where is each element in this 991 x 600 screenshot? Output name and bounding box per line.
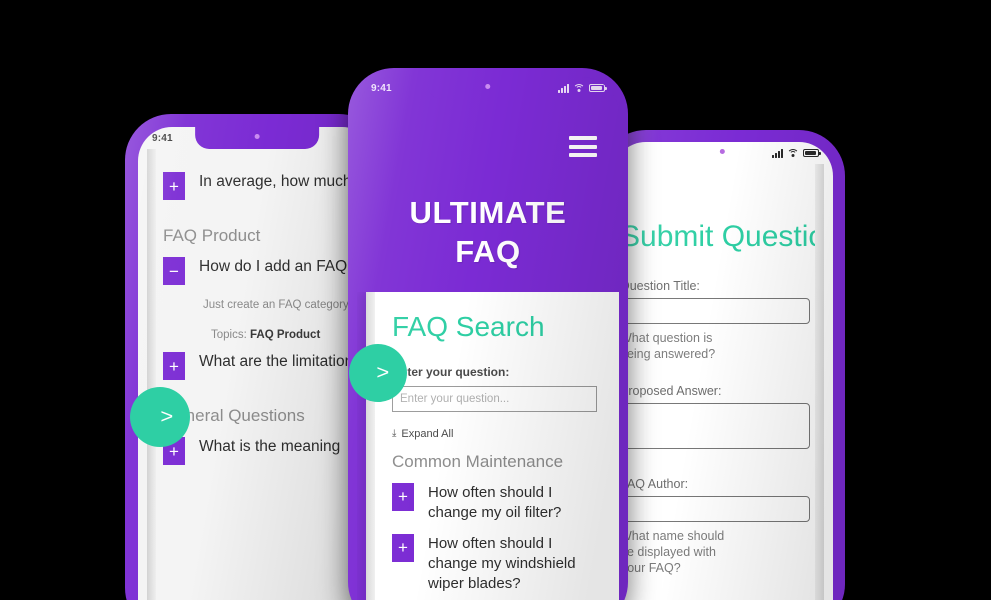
faq-list-view: + In average, how much does it cost to c… [147,149,376,600]
wifi-icon [787,148,799,158]
field-label: Proposed Answer: [620,384,722,399]
status-indicators [558,83,607,93]
field-help-text: What name should be displayed with Your … [620,529,725,576]
field-label: FAQ Author: [620,477,689,492]
plus-icon[interactable]: + [392,482,414,511]
plus-icon[interactable]: + [392,533,414,562]
phone-right-statusbar [612,142,833,164]
faq-category-faq-product: FAQ Product [163,226,261,245]
faq-category-common-maintenance: Common Maintenance [392,451,564,471]
faq-topics-value[interactable]: FAQ Product [250,329,320,341]
question-title-input[interactable] [620,298,810,325]
signal-bars-icon [772,148,783,158]
next-slide-button-center[interactable]: > [349,344,407,402]
status-time: 9:41 [371,82,392,94]
phone-left-statusbar: 9:41 [138,127,376,149]
phone-left-screen: + In average, how much does it cost to c… [138,127,376,600]
battery-icon [589,84,607,92]
battery-icon [803,149,821,157]
status-indicators [772,148,821,158]
plus-icon[interactable]: + [163,352,185,381]
faq-item-limitations[interactable]: + What are the limitations? [163,352,370,381]
faq-item-wiper-blades[interactable]: + How often should I change my windshiel… [392,533,597,594]
app-header: ULTIMATE FAQ [357,77,619,292]
minus-icon[interactable]: − [163,257,185,285]
status-time: 9:41 [152,132,173,144]
faq-item-wiper-cost[interactable]: + In average, how much does it cost to c… [163,172,376,200]
right-scroll-rail[interactable] [815,164,824,600]
center-scroll-rail[interactable] [366,292,375,600]
phone-center-screen: ULTIMATE FAQ FAQ Search Enter your quest… [357,77,619,600]
field-proposed-answer: Proposed Answer: [612,384,824,450]
phone-right: Submit Question Question Title: What que… [600,130,845,600]
faq-answer-text: Just create an FAQ category with the sam… [203,299,376,311]
field-help-text: What question is being answered? [620,331,716,362]
chevron-right-icon: > [376,361,390,384]
faq-question-text: How often should I change my oil filter? [428,483,562,521]
field-question-title: Question Title: What question is being a… [612,279,824,362]
faq-search-card: FAQ Search Enter your question: ⤓ Expand… [366,292,619,600]
next-slide-button-left[interactable]: > [130,387,190,447]
faq-topics-label: Topics: [211,329,247,342]
app-title: ULTIMATE FAQ [409,195,567,270]
faq-question-text: What are the limitations? [199,353,370,371]
phone-center: ULTIMATE FAQ FAQ Search Enter your quest… [348,68,628,600]
faq-item-oil-filter[interactable]: + How often should I change my oil filte… [392,482,597,523]
chevron-double-down-icon: ⤓ [392,427,397,439]
field-label: Question Title: [620,279,700,294]
faq-item-meaning[interactable]: + What is the meaning [163,437,366,466]
submit-question-title: Submit Question [620,220,824,253]
faq-question-text: How often should I change my windshield … [428,534,576,592]
phone-center-statusbar: 9:41 [357,77,619,99]
wifi-icon [573,83,585,93]
faq-author-input[interactable] [620,496,810,523]
proposed-answer-textarea[interactable] [620,403,810,450]
plus-icon[interactable]: + [163,172,185,200]
search-field-label: Enter your question: [392,364,510,379]
left-scroll-rail[interactable] [147,149,156,600]
submit-question-view: Submit Question Question Title: What que… [612,164,824,600]
field-faq-author: FAQ Author: What name should be displaye… [612,477,824,576]
faq-category-general-questions: General Questions [163,406,305,426]
phone-left: + In average, how much does it cost to c… [125,114,385,600]
chevron-right-icon: > [160,405,174,428]
signal-bars-icon [558,83,569,93]
expand-all-label: Expand All [401,427,454,440]
expand-all-button[interactable]: ⤓ Expand All [392,428,597,440]
promo-mockup-scene: + In average, how much does it cost to c… [0,0,991,600]
hamburger-icon[interactable] [569,136,597,157]
faq-item-add-tab[interactable]: − How do I add an FAQ tab? [163,257,376,285]
faq-question-text: What is the meaning [199,438,341,456]
faq-search-heading: FAQ Search [392,311,545,342]
search-input[interactable] [392,385,597,412]
faq-topics: Topics: FAQ Product [211,329,366,341]
phone-right-screen: Submit Question Question Title: What que… [612,142,833,600]
